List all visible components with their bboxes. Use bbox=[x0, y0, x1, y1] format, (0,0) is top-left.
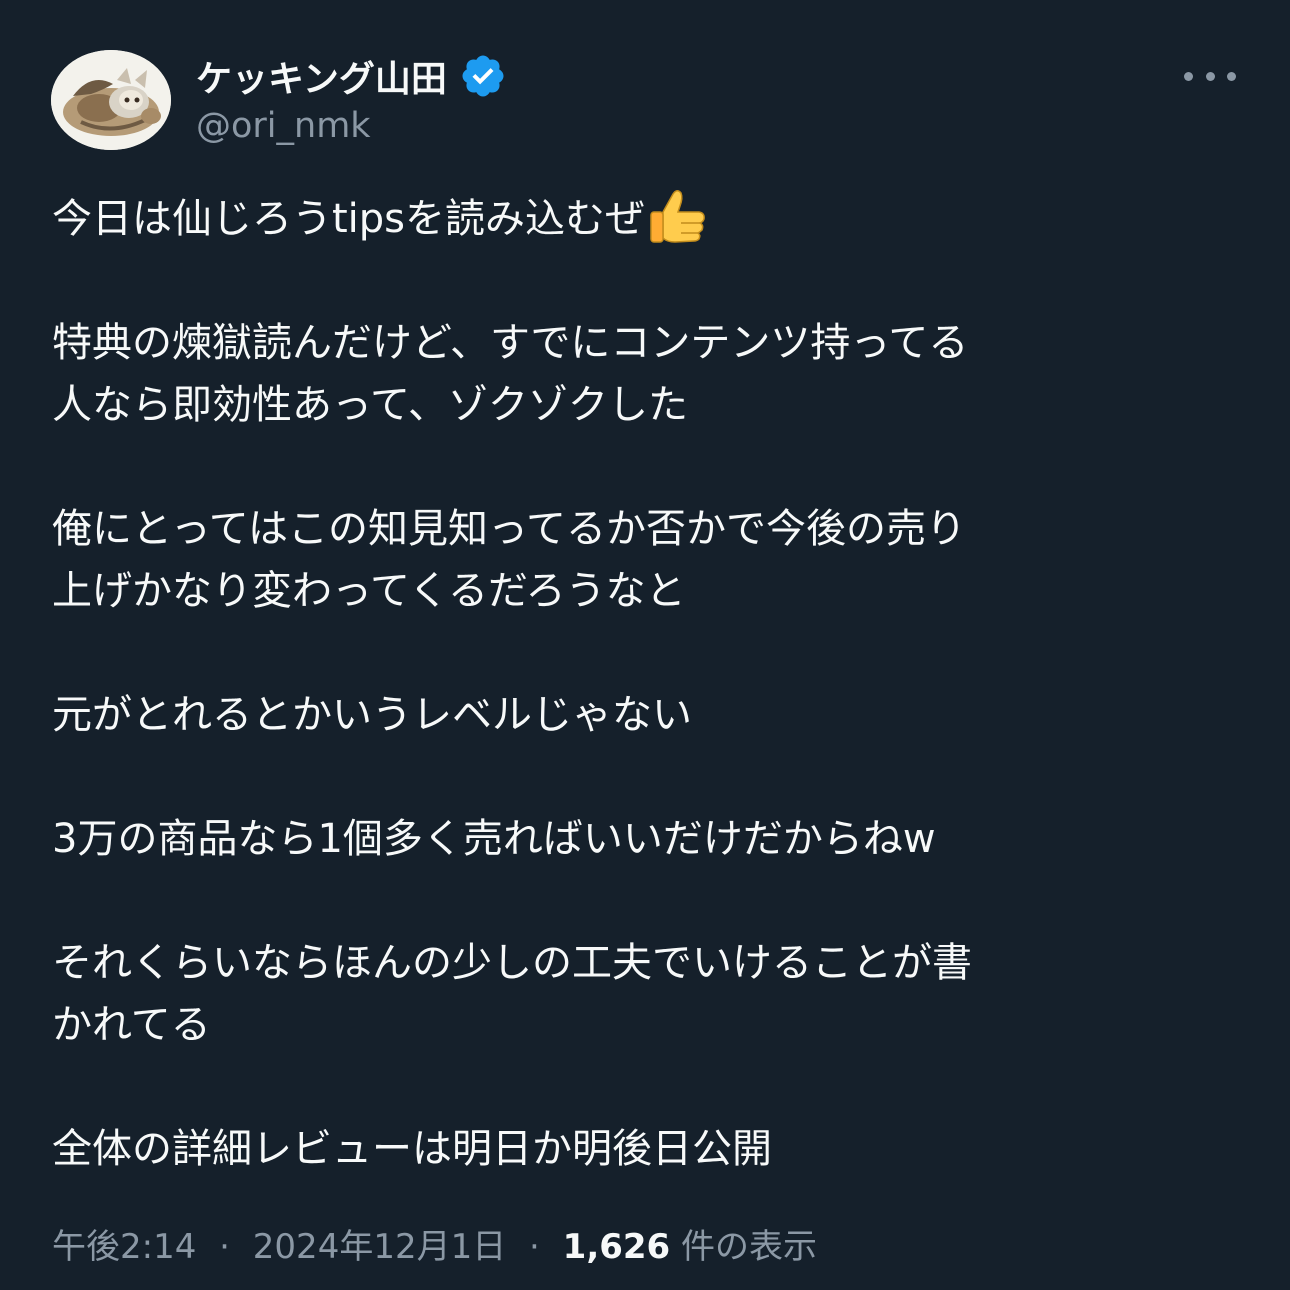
tweet-line: 3万の商品なら1個多く売ればいいだけだからねw bbox=[52, 816, 936, 862]
tweet-line: 特典の煉獄読んだけど、すでにコンテンツ持ってる bbox=[52, 320, 969, 366]
avatar[interactable] bbox=[51, 50, 171, 150]
tweet-time[interactable]: 午後2:14 bbox=[52, 1227, 196, 1267]
more-dot bbox=[1205, 71, 1215, 81]
tweet-paragraph: 全体の詳細レビューは明日か明後日公開 bbox=[52, 1118, 1242, 1180]
more-dot bbox=[1227, 71, 1236, 81]
tweet-paragraph: 3万の商品なら1個多く売ればいいだけだからねw bbox=[52, 808, 1242, 870]
author-name-row: ケッキング山田 bbox=[196, 52, 507, 100]
thumbs-up-icon bbox=[650, 190, 705, 243]
author-display-name[interactable]: ケッキング山田 bbox=[196, 50, 447, 102]
tweet-text: 今日は仙じろうtipsを読み込むぜ 特典の煉獄読んだけど、すでにコンテンツ持って… bbox=[52, 188, 1242, 1180]
tweet-line: 俺にとってはこの知見知ってるか否かで今後の売り bbox=[52, 506, 966, 552]
more-options-icon[interactable] bbox=[1184, 62, 1236, 90]
tweet-line: 人なら即効性あって、ゾクゾクした bbox=[52, 382, 688, 428]
meta-separator: · bbox=[529, 1227, 540, 1267]
more-dot bbox=[1184, 71, 1193, 81]
tweet-date[interactable]: 2024年12月1日 bbox=[253, 1227, 506, 1267]
tweet-meta: 午後2:14 · 2024年12月1日 · 1,626 件の表示 bbox=[52, 1222, 817, 1272]
tweet-line: 元がとれるとかいうレベルじゃない bbox=[52, 692, 692, 738]
tweet-paragraph: それくらいならほんの少しの工夫でいけることが書 かれてる bbox=[52, 932, 1242, 1056]
views-count[interactable]: 1,626 bbox=[563, 1227, 671, 1267]
slaking-avatar-icon bbox=[51, 50, 171, 150]
tweet-paragraph: 特典の煉獄読んだけど、すでにコンテンツ持ってる 人なら即効性あって、ゾクゾクした bbox=[52, 312, 1242, 436]
tweet-line: かれてる bbox=[52, 1002, 211, 1048]
meta-separator: · bbox=[219, 1227, 230, 1267]
tweet-line: 上げかなり変わってくるだろうなと bbox=[52, 568, 686, 614]
tweet-paragraph: 今日は仙じろうtipsを読み込むぜ bbox=[52, 188, 1242, 250]
views-label: 件の表示 bbox=[681, 1227, 818, 1267]
tweet-line: 全体の詳細レビューは明日か明後日公開 bbox=[52, 1126, 772, 1172]
tweet-card: ケッキング山田 @ori_nmk 今日は仙じろうtipsを読み込むぜ 特典の煉獄… bbox=[0, 0, 1290, 1290]
author-handle[interactable]: @ori_nmk bbox=[196, 106, 371, 146]
tweet-line: 今日は仙じろうtipsを読み込むぜ bbox=[52, 196, 646, 242]
tweet-paragraph: 俺にとってはこの知見知ってるか否かで今後の売り 上げかなり変わってくるだろうなと bbox=[52, 498, 1242, 622]
verified-badge-icon bbox=[462, 55, 504, 97]
tweet-paragraph: 元がとれるとかいうレベルじゃない bbox=[52, 684, 1242, 746]
tweet-line: それくらいならほんの少しの工夫でいけることが書 bbox=[52, 940, 972, 986]
